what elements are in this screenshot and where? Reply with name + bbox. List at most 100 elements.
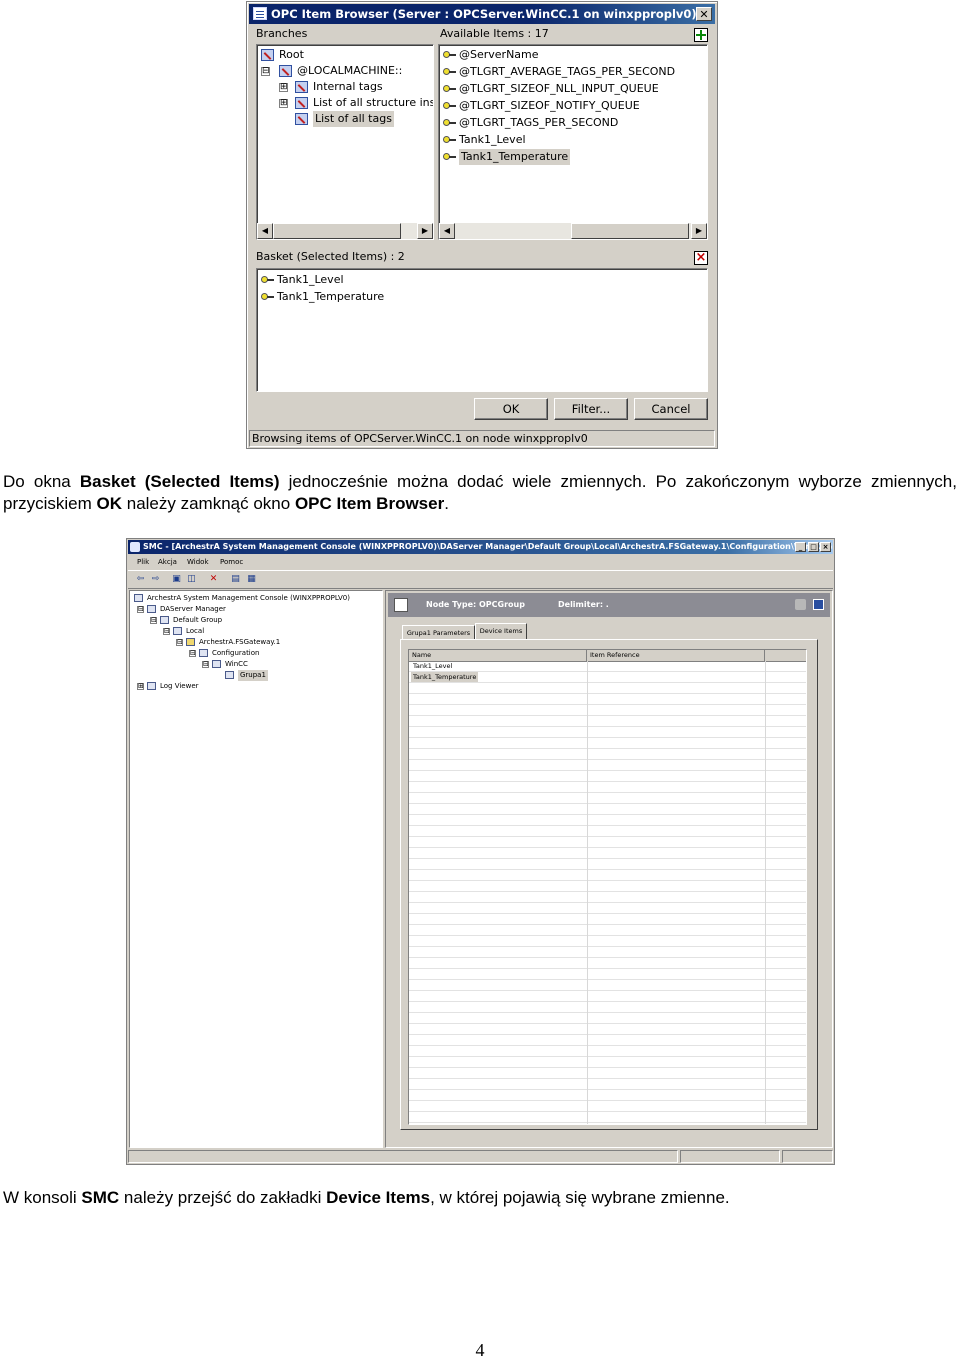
scroll-left-icon[interactable]: ◀	[439, 223, 455, 239]
opc-item-browser-dialog: OPC Item Browser (Server : OPCServer.Win…	[246, 1, 718, 449]
scroll-right-icon[interactable]: ▶	[417, 223, 433, 239]
back-icon[interactable]: ⇦	[135, 574, 146, 585]
basket-label: Basket (Selected Items) : 2	[256, 250, 405, 263]
column-item-reference[interactable]: Item Reference	[587, 650, 765, 661]
delete-icon[interactable]: ✕	[208, 574, 219, 585]
collapse-icon[interactable]: ⊟	[137, 606, 144, 613]
server-icon	[147, 605, 156, 613]
table-header: Name Item Reference	[409, 650, 806, 662]
expand-icon[interactable]: ⊞	[279, 99, 288, 108]
column-name[interactable]: Name	[409, 650, 587, 661]
menu-pomoc[interactable]: Pomoc	[220, 555, 243, 569]
branches-tree[interactable]: Root ⊟ @LOCALMACHINE:: ⊞ Internal tags ⊞…	[256, 44, 434, 240]
column-divider	[765, 661, 766, 1124]
group-icon	[225, 671, 234, 679]
tag-icon	[443, 100, 456, 111]
console-icon	[134, 594, 143, 602]
column-divider	[587, 661, 588, 1124]
expand-icon[interactable]: ⊞	[137, 683, 144, 690]
add-to-basket-icon[interactable]	[694, 28, 708, 42]
menu-widok[interactable]: Widok	[187, 555, 209, 569]
collapse-icon[interactable]: ⊟	[189, 650, 196, 657]
smc-window: SMC - [ArchestrA System Management Conso…	[126, 538, 835, 1165]
basket-list[interactable]: Tank1_Level Tank1_Temperature	[256, 268, 708, 392]
tag-icon	[443, 49, 456, 60]
smc-title: SMC - [ArchestrA System Management Conso…	[143, 542, 833, 551]
collapse-icon[interactable]: ⊟	[163, 628, 170, 635]
dialog-title-bar: OPC Item Browser (Server : OPCServer.Win…	[249, 4, 715, 24]
close-icon[interactable]: ✕	[696, 7, 712, 21]
topic-icon	[212, 660, 221, 668]
tab-group-parameters[interactable]: Grupa1 Parameters	[402, 625, 475, 640]
minimize-icon[interactable]: _	[795, 542, 806, 552]
available-items-scrollbar[interactable]: ◀ ▶	[439, 223, 707, 239]
configuration-icon	[199, 649, 208, 657]
close-icon[interactable]: ×	[820, 542, 831, 552]
save-icon[interactable]	[813, 599, 824, 610]
ok-button[interactable]: OK	[474, 398, 548, 420]
node-icon	[295, 81, 308, 93]
lock-icon[interactable]	[795, 599, 806, 610]
node-type-label: Node Type: OPCGroup	[426, 600, 525, 609]
branches-label: Branches	[256, 27, 308, 40]
node-icon	[295, 97, 308, 109]
tag-icon	[443, 117, 456, 128]
app-icon	[130, 542, 140, 552]
toolbar: ⇦ ⇨ ▣ ◫ ✕ ▤ ▦	[128, 570, 833, 589]
tab-device-items[interactable]: Device Items	[475, 623, 527, 640]
menu-akcja[interactable]: Akcja	[158, 555, 177, 569]
scroll-right-icon[interactable]: ▶	[691, 223, 707, 239]
table-row[interactable]: Tank1_Temperature	[411, 672, 479, 682]
show-tree-icon[interactable]: ◫	[186, 574, 197, 585]
app-icon	[253, 7, 267, 20]
menu-bar: Plik Akcja Widok Pomoc	[128, 555, 833, 569]
menu-plik[interactable]: Plik	[137, 555, 149, 569]
status-bar: Browsing items of OPCServer.WinCC.1 on n…	[249, 430, 715, 447]
branches-scrollbar[interactable]: ◀ ▶	[257, 223, 433, 239]
status-pane	[128, 1150, 678, 1163]
properties-icon[interactable]: ▤	[230, 574, 241, 585]
tag-icon	[443, 134, 456, 145]
scroll-thumb[interactable]	[571, 223, 689, 239]
tag-icon	[443, 83, 456, 94]
scroll-left-icon[interactable]: ◀	[257, 223, 273, 239]
collapse-icon[interactable]: ⊟	[176, 639, 183, 646]
tag-icon	[261, 291, 274, 302]
expand-icon[interactable]: ⊞	[279, 83, 288, 92]
delimiter-label: Delimiter: .	[558, 600, 609, 609]
node-icon	[261, 49, 274, 61]
tag-icon	[443, 66, 456, 77]
page-number: 4	[475, 1340, 485, 1360]
up-folder-icon[interactable]: ▣	[171, 574, 182, 585]
help-icon[interactable]: ▦	[246, 574, 257, 585]
device-items-table[interactable]: Name Item Reference Tank1_Level Tank1_Te…	[408, 649, 807, 1125]
paragraph-smc: W konsoli SMC należy przejść do zakładki…	[3, 1188, 730, 1207]
collapse-icon[interactable]: ⊟	[202, 661, 209, 668]
filter-button[interactable]: Filter...	[554, 398, 628, 420]
paragraph-basket: Do okna Basket (Selected Items) jednocze…	[3, 472, 957, 513]
details-pane: Node Type: OPCGroup Delimiter: . Grupa1 …	[385, 590, 833, 1148]
node-type-icon	[394, 598, 408, 612]
scroll-thumb[interactable]	[273, 223, 401, 239]
node-icon	[295, 113, 308, 125]
collapse-icon[interactable]: ⊟	[150, 617, 157, 624]
cancel-button[interactable]: Cancel	[634, 398, 708, 420]
node-icon	[279, 65, 292, 77]
smc-title-bar: SMC - [ArchestrA System Management Conso…	[128, 540, 833, 554]
dialog-title: OPC Item Browser (Server : OPCServer.Win…	[271, 7, 697, 21]
gateway-icon	[186, 638, 195, 646]
status-pane	[782, 1150, 833, 1163]
maximize-icon[interactable]: □	[808, 542, 819, 552]
forward-icon[interactable]: ⇨	[150, 574, 161, 585]
console-tree[interactable]: ArchestrA System Management Console (WIN…	[129, 590, 383, 1148]
smc-status-bar	[128, 1150, 833, 1163]
table-row[interactable]: Tank1_Level	[411, 661, 454, 671]
collapse-icon[interactable]: ⊟	[261, 67, 270, 76]
available-items-list[interactable]: @ServerName @TLGRT_AVERAGE_TAGS_PER_SECO…	[438, 44, 708, 240]
group-icon	[160, 616, 169, 624]
available-items-label: Available Items : 17	[440, 27, 549, 40]
log-icon	[147, 682, 156, 690]
computer-icon	[173, 627, 182, 635]
node-header: Node Type: OPCGroup Delimiter: .	[388, 593, 830, 617]
remove-from-basket-icon[interactable]: ×	[694, 251, 708, 265]
